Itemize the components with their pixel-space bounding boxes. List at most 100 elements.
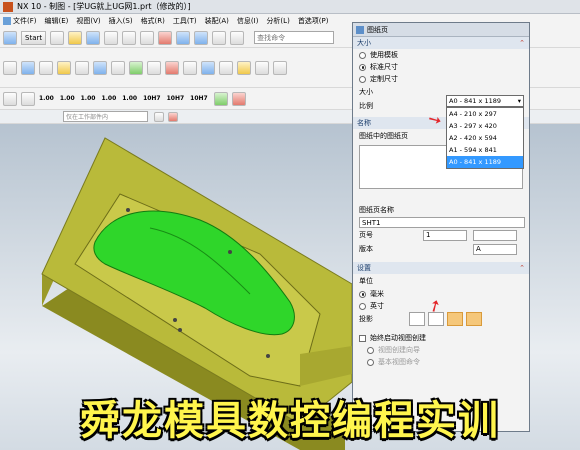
text-tool-icon[interactable] — [273, 60, 287, 75]
menu-tools[interactable]: 工具(T) — [173, 16, 197, 26]
menu-insert[interactable]: 插入(S) — [109, 16, 133, 26]
cut-icon[interactable] — [104, 30, 119, 45]
radio-icon[interactable] — [367, 358, 374, 366]
command-finder-icon[interactable] — [230, 30, 245, 45]
sheet-name-input[interactable]: SHT1 — [359, 217, 525, 228]
radio-icon[interactable] — [359, 75, 366, 83]
third-angle-view-icon[interactable] — [466, 312, 482, 326]
save-icon[interactable] — [86, 30, 101, 45]
dim-tool-icon-3[interactable] — [213, 91, 228, 106]
units-label: 单位 — [359, 277, 373, 285]
tool-icon-3[interactable] — [39, 60, 53, 75]
settings-section-label: 设置 — [357, 264, 371, 272]
menu-file[interactable]: 文件(F) — [13, 16, 37, 26]
menu-icon[interactable] — [3, 17, 11, 25]
tool-icon-14[interactable] — [237, 60, 251, 75]
radio-icon[interactable] — [367, 346, 374, 354]
size-section-header[interactable]: 大小 ⌃ — [353, 37, 529, 49]
radio-icon[interactable] — [359, 63, 366, 71]
redo-icon[interactable] — [194, 30, 209, 45]
dim-button-3[interactable]: 1.00 — [81, 95, 96, 102]
page-extra-input[interactable] — [473, 229, 517, 241]
radio-icon[interactable] — [359, 290, 366, 298]
tool-icon-2[interactable] — [21, 60, 35, 75]
collapse-icon[interactable]: ⌃ — [519, 39, 525, 47]
selection-scope-select[interactable]: 仅在工作部件内 — [63, 111, 148, 122]
tool-icon-13[interactable] — [219, 60, 233, 75]
window-title: NX 10 - 制图 - [学UG就上UG网1.prt（修改的）] — [17, 2, 191, 11]
size-option-a0[interactable]: A0 - 841 x 1189 — [447, 156, 523, 168]
dim-button-5[interactable]: 1.00 — [122, 95, 137, 102]
collapse-icon[interactable]: ⌃ — [519, 264, 525, 272]
nx-start-icon[interactable] — [3, 30, 17, 45]
first-angle-projection-icon[interactable] — [409, 312, 425, 326]
menu-assembly[interactable]: 装配(A) — [205, 16, 229, 26]
tool-icon-5[interactable] — [75, 60, 89, 75]
tool-icon-10[interactable] — [165, 60, 179, 75]
third-angle-projection-icon[interactable] — [447, 312, 463, 326]
tool-icon-11[interactable] — [183, 60, 197, 75]
tolerance-button-3[interactable]: 10H7 — [190, 95, 208, 102]
dim-tool-icon-2[interactable] — [21, 91, 35, 106]
dialog-title-bar[interactable]: 图纸页 — [353, 23, 529, 37]
window-icon[interactable] — [212, 30, 227, 45]
size-option-a2[interactable]: A2 - 420 x 594 — [447, 132, 523, 144]
menu-analysis[interactable]: 分析(L) — [266, 16, 289, 26]
menu-info[interactable]: 信息(I) — [237, 16, 259, 26]
undo-icon[interactable] — [176, 30, 191, 45]
size-dropdown-list[interactable]: A4 - 210 x 297 A3 - 297 x 420 A2 - 420 x… — [446, 107, 524, 169]
sheet-list-label: 图纸中的图纸页 — [359, 132, 408, 140]
view-wizard-option[interactable]: 视图创建向导 — [353, 344, 529, 356]
menu-preferences[interactable]: 首选项(P) — [298, 16, 329, 26]
selection-filter-icon[interactable] — [154, 111, 164, 122]
tolerance-button-1[interactable]: 10H7 — [143, 95, 161, 102]
tool-icon-1[interactable] — [3, 60, 17, 75]
tool-icon-7[interactable] — [111, 60, 125, 75]
start-button[interactable]: Start — [21, 30, 47, 45]
checkbox-label: 始终启动视图创建 — [370, 334, 426, 342]
size-option-a4[interactable]: A4 - 210 x 297 — [447, 108, 523, 120]
revision-input[interactable]: A — [473, 243, 517, 255]
tool-icon-9[interactable] — [147, 60, 161, 75]
screw-hole — [266, 354, 270, 358]
tool-icon-15[interactable] — [255, 60, 269, 75]
new-file-icon[interactable] — [50, 30, 65, 45]
radio-icon[interactable] — [359, 51, 366, 59]
radio-mm[interactable]: 毫米 — [353, 288, 529, 300]
tool-icon-8[interactable] — [129, 60, 143, 75]
size-option-a1[interactable]: A1 - 594 x 841 — [447, 144, 523, 156]
size-select[interactable]: A0 - 841 x 1189 ▾ — [446, 95, 524, 107]
open-folder-icon[interactable] — [68, 30, 83, 45]
paste-icon[interactable] — [140, 30, 155, 45]
snap-icon[interactable] — [168, 111, 178, 122]
search-input[interactable] — [254, 31, 335, 44]
menu-edit[interactable]: 编辑(E) — [45, 16, 69, 26]
chevron-down-icon[interactable]: ▾ — [518, 97, 521, 105]
dim-button-2[interactable]: 1.00 — [60, 95, 75, 102]
dim-button-4[interactable]: 1.00 — [101, 95, 116, 102]
settings-section-header[interactable]: 设置 ⌃ — [353, 262, 529, 274]
base-view-option[interactable]: 基本视图命令 — [353, 356, 529, 368]
tool-icon-12[interactable] — [201, 60, 215, 75]
menu-view[interactable]: 视图(V) — [76, 16, 100, 26]
size-option-a3[interactable]: A3 - 297 x 420 — [447, 120, 523, 132]
delete-icon[interactable] — [158, 30, 173, 45]
dialog-title: 图纸页 — [367, 25, 388, 34]
radio-label: 基本视图命令 — [378, 358, 420, 366]
menu-format[interactable]: 格式(R) — [141, 16, 165, 26]
tool-icon-6[interactable] — [93, 60, 107, 75]
auto-view-checkbox-row[interactable]: 始终启动视图创建 — [353, 332, 529, 344]
auto-view-checkbox[interactable] — [359, 334, 366, 342]
dim-button-1[interactable]: 1.00 — [39, 95, 54, 102]
page-input[interactable]: 1 — [423, 229, 467, 241]
dim-tool-icon-1[interactable] — [3, 91, 17, 106]
tool-icon-4[interactable] — [57, 60, 71, 75]
radio-standard-size[interactable]: 标准尺寸 — [353, 61, 529, 73]
dim-tool-icon-4[interactable] — [231, 91, 246, 106]
tolerance-button-2[interactable]: 10H7 — [167, 95, 185, 102]
radio-icon[interactable] — [359, 302, 366, 310]
copy-icon[interactable] — [122, 30, 137, 45]
radio-use-template[interactable]: 使用模板 — [353, 49, 529, 61]
radio-label: 毫米 — [370, 290, 384, 298]
radio-custom-size[interactable]: 定制尺寸 — [353, 73, 529, 85]
